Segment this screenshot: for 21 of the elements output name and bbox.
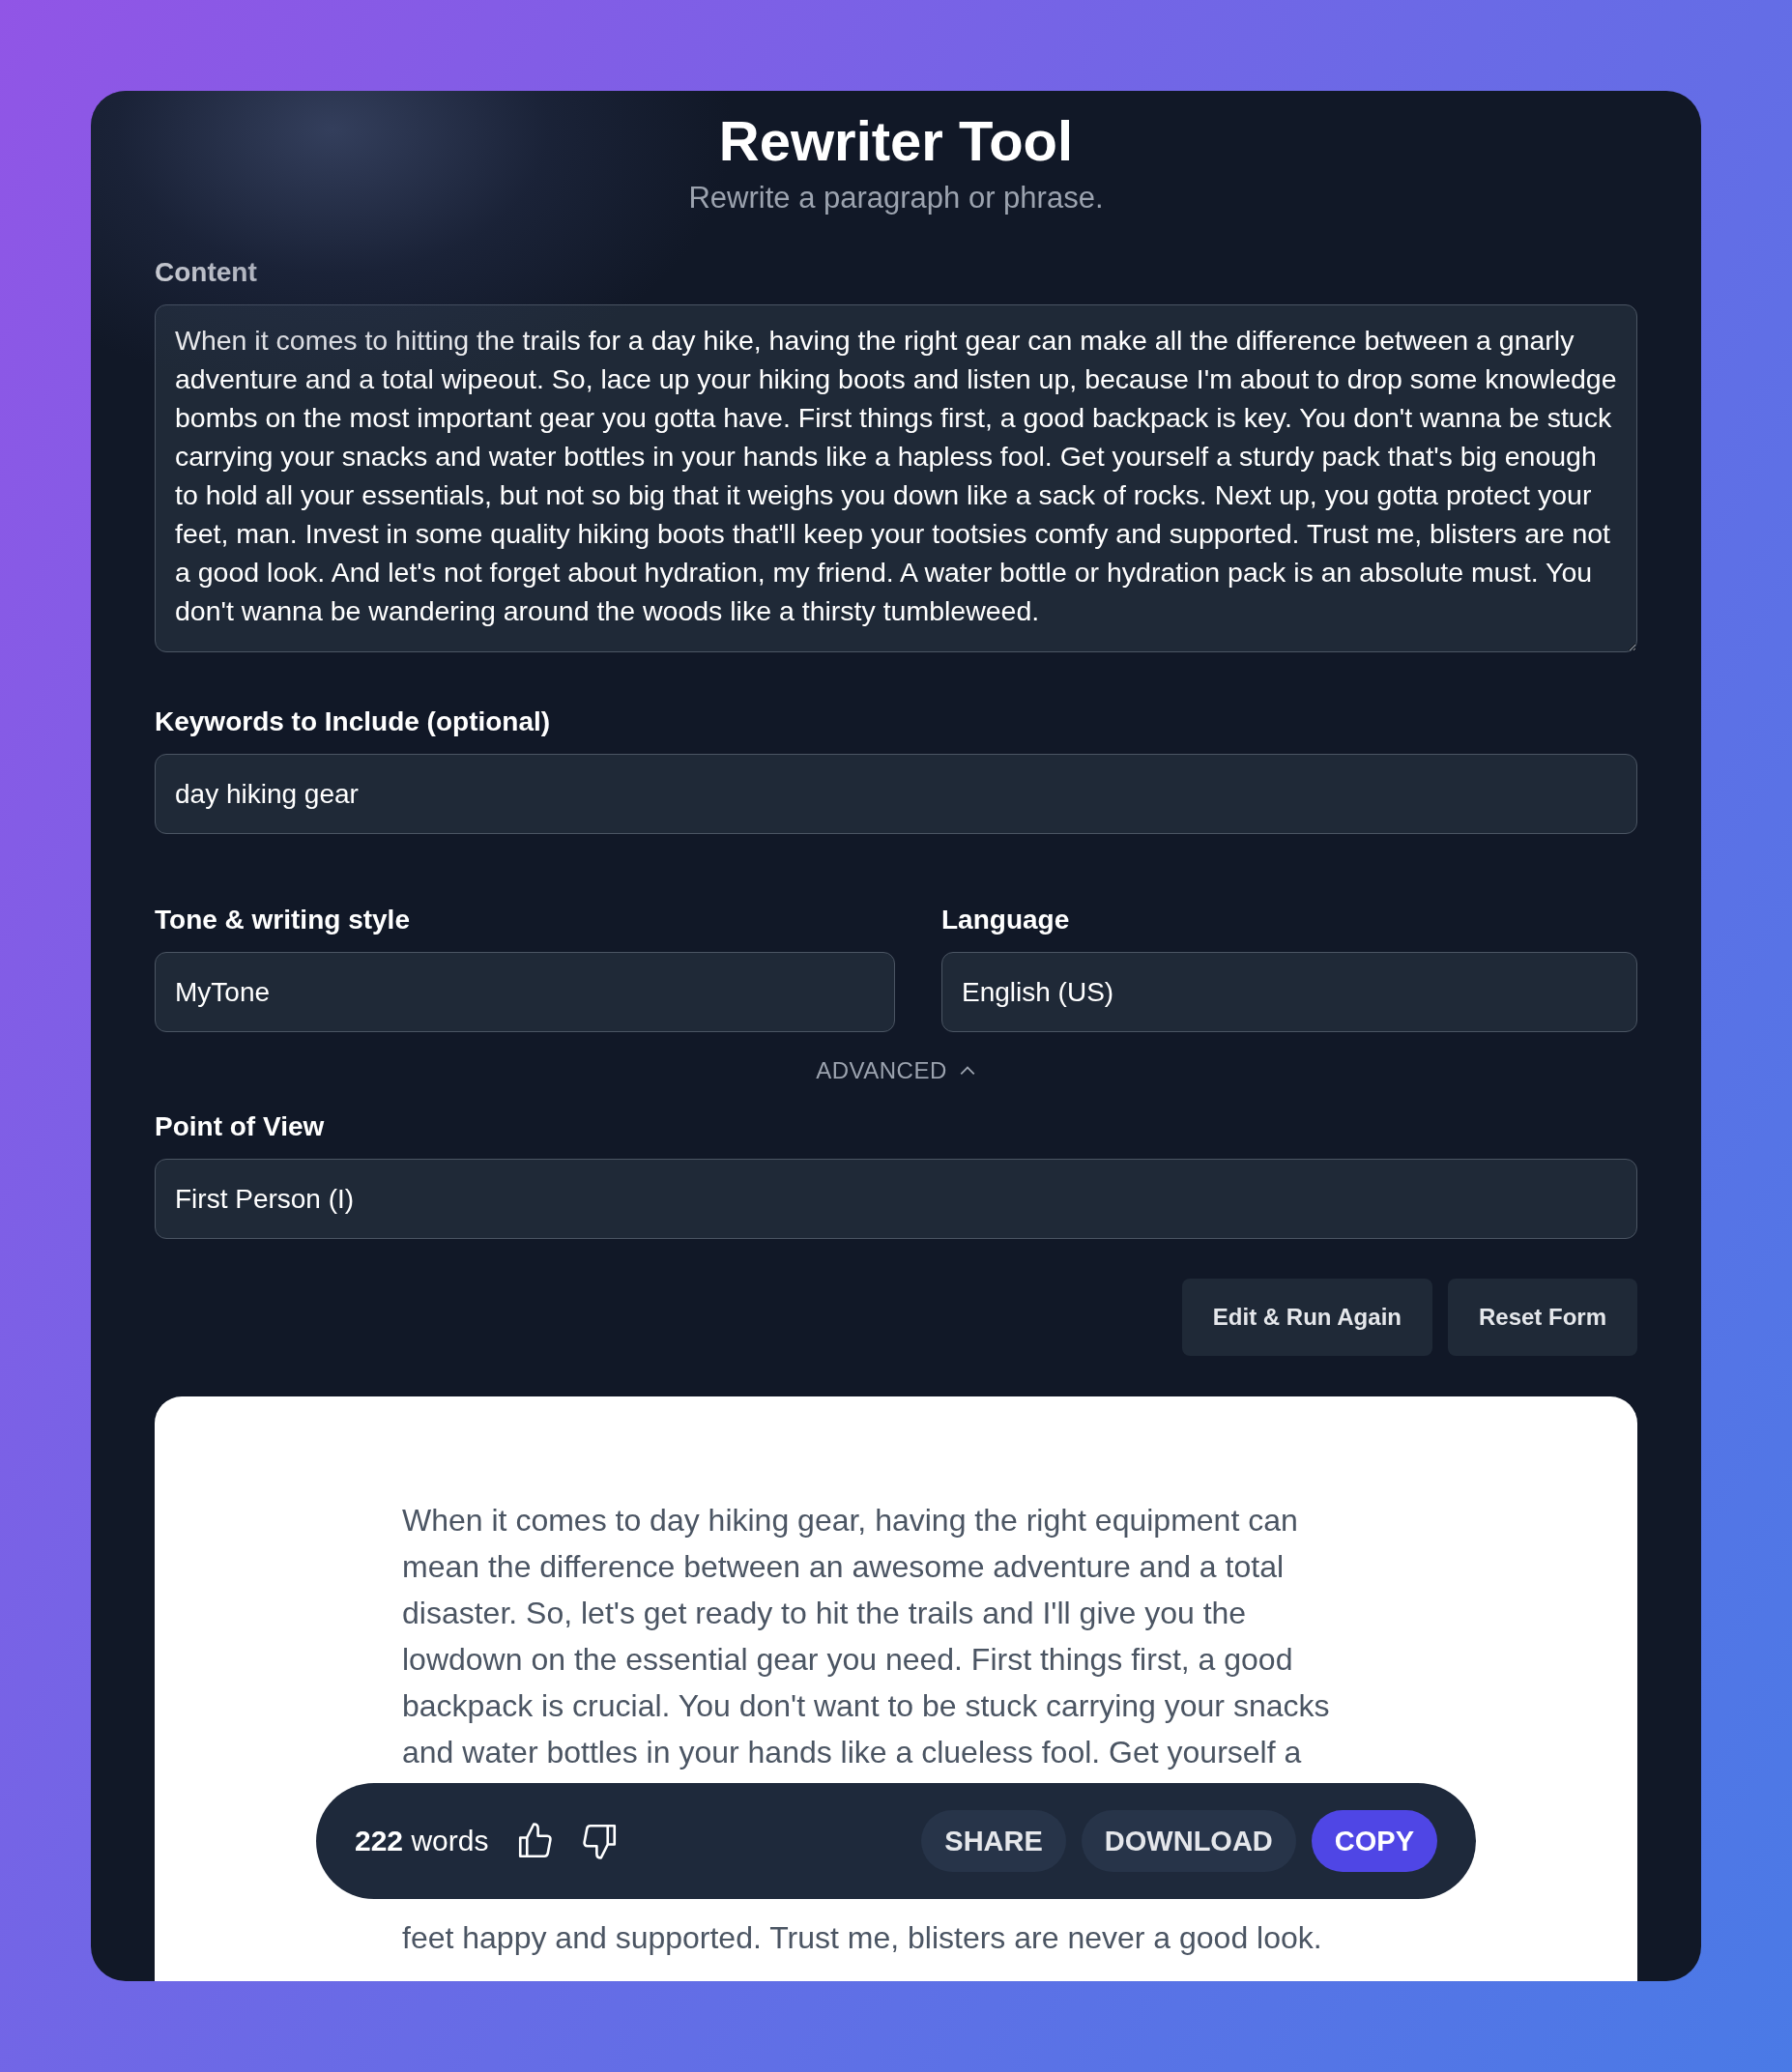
field-label: Language — [941, 905, 1071, 935]
point-of-view-field[interactable]: First Person (I) — [155, 1159, 1637, 1239]
keywords-field[interactable]: day hiking gear — [155, 754, 1637, 834]
toolbar-button[interactable]: DOWNLOAD — [1081, 1810, 1296, 1872]
field-label: Point of View — [155, 1111, 326, 1142]
field-label: Keywords to Include (optional) — [155, 706, 552, 737]
edit-run-button[interactable]: Edit & Run Again — [1181, 1279, 1432, 1356]
toolbar-button[interactable]: COPY — [1311, 1810, 1437, 1872]
reset-button[interactable]: Reset Form — [1447, 1279, 1637, 1356]
tone-field[interactable]: MyTone — [155, 952, 895, 1032]
page-title: Rewriter Tool — [717, 108, 1075, 169]
output-text: When it comes to day hiking gear, having the right equipment can mean the difference between an awesome adventure and a total disaster. So, let's get ready to hit the trails and I'll give you the lowdown on the essential gear you need. First things first, a good backpack is crucial. You don't want to be stuck carrying your snacks and water bottles in your hands like a clueless fool. Get yourself a — [402, 1502, 1331, 1771]
language-field[interactable]: English (US) — [941, 952, 1637, 1032]
page-subtitle: Rewrite a paragraph or phrase. — [687, 181, 1105, 216]
content-field[interactable]: When it comes to hitting the trails for a day hike, having the right gear can make all the difference between a gnarly adventure and a total wipeout. So, lace up your hiking boots and listen up, because I'm about to drop some knowledge bombs on the most important gear you gotta have. First things first, a good backpack is key. You don't wanna be stuck carrying your snacks and water bottles in your hands like a hapless fool. Get yourself a sturdy pack that's big enough to hold all your essentials, but not so big that it weighs you down like a sack of rocks. Next up, you gotta protect your feet, man. Invest in some quality hiking boots that'll keep your tootsies comfy and supported. Trust me, blisters are not a good look. And let's not forget about hydration, my friend. A water bottle or hydration pack is an absolute must. You don't wanna be wandering around the woods like a thirsty tumbleweed. — [155, 304, 1637, 652]
output-text: feet happy and supported. Trust me, blisters are never a good look. — [402, 1919, 1323, 1957]
word-count: 222 words — [355, 1825, 489, 1857]
advanced-toggle[interactable]: ADVANCED — [816, 1057, 976, 1084]
field-label: Tone & writing style — [155, 905, 411, 935]
field-label: Content — [155, 257, 258, 288]
toolbar-button[interactable]: SHARE — [921, 1810, 1066, 1872]
